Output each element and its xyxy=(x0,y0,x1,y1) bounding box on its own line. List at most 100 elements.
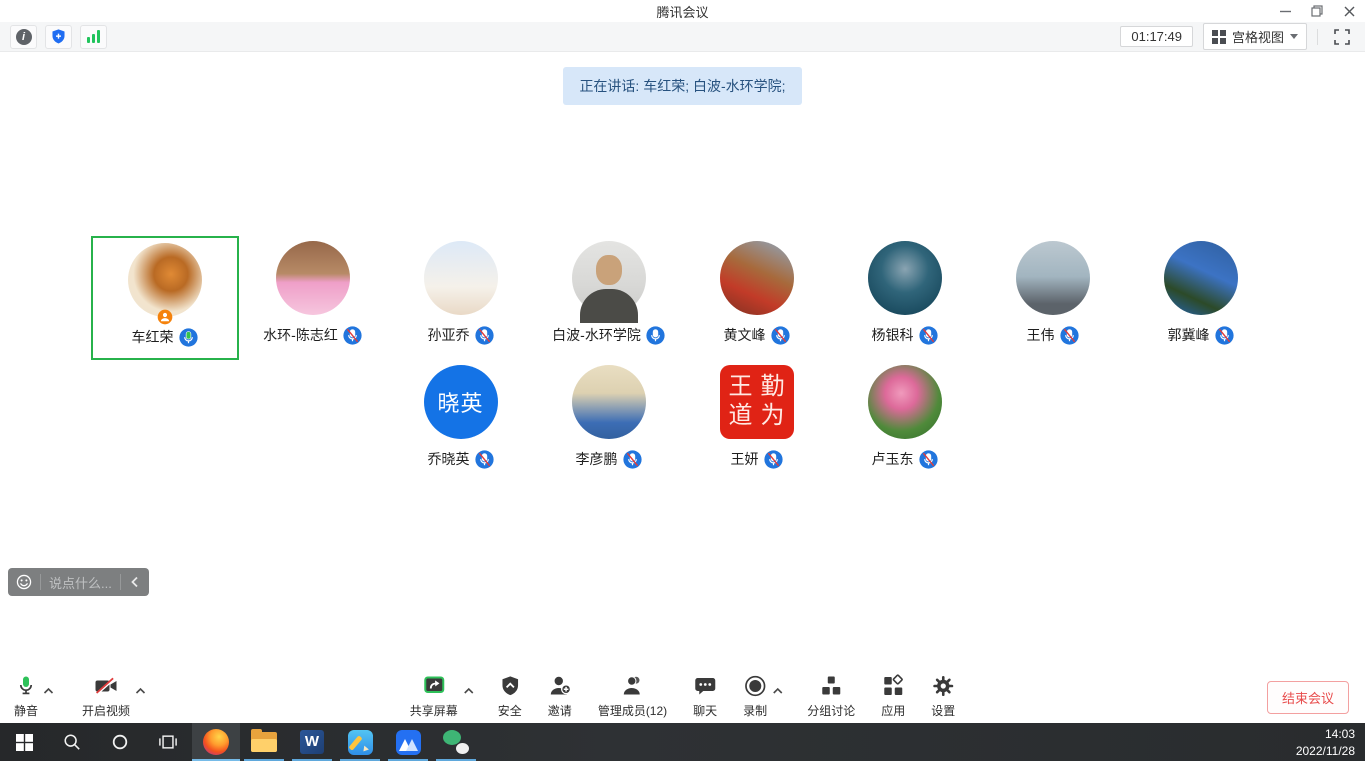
participant-tile[interactable]: 李彦鹏 xyxy=(535,360,683,484)
members-label: 管理成员(12) xyxy=(598,702,667,719)
settings-button[interactable]: 设置 xyxy=(931,673,955,719)
taskbar-search-button[interactable] xyxy=(48,723,96,761)
participant-name-row: 王妍 xyxy=(731,449,783,469)
participant-name-row: 孙亚乔 xyxy=(428,325,494,345)
participant-name: 李彦鹏 xyxy=(576,449,618,469)
participant-tile[interactable]: 杨银科 xyxy=(831,236,979,360)
mic-muted-icon[interactable] xyxy=(764,450,783,469)
mic-muted-icon[interactable] xyxy=(623,450,642,469)
cortana-icon xyxy=(111,733,129,751)
mute-chevron-up-icon[interactable] xyxy=(43,682,54,700)
participant-tile[interactable]: 郭冀峰 xyxy=(1127,236,1275,360)
video-button[interactable]: 开启视频 xyxy=(82,673,130,719)
mic-muted-icon[interactable] xyxy=(1060,326,1079,345)
participant-tile[interactable]: 王勤道为王妍 xyxy=(683,360,831,484)
share-button[interactable]: 共享屏幕 xyxy=(410,673,458,719)
meeting-info-button[interactable]: i xyxy=(10,25,37,49)
emoji-icon[interactable] xyxy=(16,574,32,590)
mic-active-icon[interactable] xyxy=(179,328,198,347)
share-chevron-up-icon[interactable] xyxy=(463,682,474,700)
taskbar-firefox-app[interactable] xyxy=(192,723,240,761)
explorer-icon xyxy=(251,732,277,752)
end-meeting-button[interactable]: 结束会议 xyxy=(1267,681,1349,714)
avatar-image xyxy=(572,241,646,315)
avatar xyxy=(572,241,646,315)
fullscreen-icon xyxy=(1334,29,1350,45)
mic-muted-icon[interactable] xyxy=(1215,326,1234,345)
mic-muted-icon[interactable] xyxy=(771,326,790,345)
avatar-image: 王勤道为 xyxy=(720,365,794,439)
avatar-image xyxy=(276,241,350,315)
participant-tile[interactable]: 黄文峰 xyxy=(683,236,831,360)
participant-tile[interactable]: 卢玉东 xyxy=(831,360,979,484)
security-status-button[interactable] xyxy=(45,25,72,49)
close-button[interactable] xyxy=(1333,0,1365,22)
firefox-icon xyxy=(203,729,229,755)
taskbar-meeting-app[interactable] xyxy=(384,723,432,761)
search-icon xyxy=(63,733,81,751)
mic-muted-icon[interactable] xyxy=(475,326,494,345)
controls-left: 静音 开启视频 xyxy=(14,673,144,719)
layout-view-switcher[interactable]: 宫格视图 xyxy=(1203,23,1307,50)
record-label: 录制 xyxy=(743,702,767,719)
participant-name: 王妍 xyxy=(731,449,759,469)
taskbar-word-app[interactable]: W xyxy=(288,723,336,761)
participant-tile[interactable]: 王伟 xyxy=(979,236,1127,360)
participant-name: 车红荣 xyxy=(132,327,174,347)
chat-input-placeholder[interactable]: 说点什么... xyxy=(49,573,112,592)
restore-button[interactable] xyxy=(1301,0,1333,22)
taskbar-taskview-button[interactable] xyxy=(144,723,192,761)
chat-button[interactable]: 聊天 xyxy=(693,673,717,719)
participant-name: 郭冀峰 xyxy=(1168,325,1210,345)
word-icon: W xyxy=(300,730,324,754)
taskbar-clock[interactable]: 14:03 2022/11/28 xyxy=(1296,723,1365,761)
network-signal-icon xyxy=(87,30,100,43)
clock-time: 14:03 xyxy=(1296,726,1355,743)
chat-label: 聊天 xyxy=(693,702,717,719)
participant-tile[interactable]: 晓英乔晓英 xyxy=(387,360,535,484)
video-chevron-up-icon[interactable] xyxy=(135,682,146,700)
window-controls xyxy=(1269,0,1365,22)
participant-name: 杨银科 xyxy=(872,325,914,345)
participant-tile[interactable]: 车红荣 xyxy=(91,236,239,360)
settings-label: 设置 xyxy=(931,702,955,719)
avatar-image xyxy=(720,241,794,315)
invite-button[interactable]: 邀请 xyxy=(548,673,572,719)
participant-tile[interactable]: 孙亚乔 xyxy=(387,236,535,360)
mic-muted-icon[interactable] xyxy=(919,326,938,345)
mic-muted-icon[interactable] xyxy=(343,326,362,345)
apps-button[interactable]: 应用 xyxy=(881,673,905,719)
fullscreen-button[interactable] xyxy=(1328,25,1355,49)
minimize-button[interactable] xyxy=(1269,0,1301,22)
security-button[interactable]: 安全 xyxy=(498,673,522,719)
taskbar-explorer-app[interactable] xyxy=(240,723,288,761)
chat-quick-input[interactable]: 说点什么... xyxy=(8,568,149,596)
record-button[interactable]: 录制 xyxy=(743,673,767,719)
mic-muted-icon[interactable] xyxy=(475,450,494,469)
participant-tile[interactable]: 水环-陈志红 xyxy=(239,236,387,360)
breakout-button[interactable]: 分组讨论 xyxy=(807,673,855,719)
avatar-seal-text: 王勤道为 xyxy=(725,373,789,431)
mic-active-icon[interactable] xyxy=(646,326,665,345)
taskbar-wechat-app[interactable] xyxy=(432,723,480,761)
members-button[interactable]: 管理成员(12) xyxy=(598,673,667,719)
avatar xyxy=(868,241,942,315)
portrait-body xyxy=(580,289,638,315)
participant-tile[interactable]: 白波-水环学院 xyxy=(535,236,683,360)
collapse-chat-icon[interactable] xyxy=(129,575,141,589)
taskbar-start-button[interactable] xyxy=(0,723,48,761)
avatar xyxy=(1016,241,1090,315)
taskbar-cortana-button[interactable] xyxy=(96,723,144,761)
participant-name: 水环-陈志红 xyxy=(263,325,338,345)
invite-icon xyxy=(548,673,572,699)
settings-icon xyxy=(931,673,955,699)
avatar xyxy=(1164,241,1238,315)
mic-muted-icon[interactable] xyxy=(919,450,938,469)
mute-button[interactable]: 静音 xyxy=(14,673,38,719)
avatar-image: 晓英 xyxy=(424,365,498,439)
taskbar-docs-app[interactable] xyxy=(336,723,384,761)
record-chevron-up-icon[interactable] xyxy=(772,682,783,700)
participant-name: 黄文峰 xyxy=(724,325,766,345)
portrait-head xyxy=(596,255,622,285)
network-quality-button[interactable] xyxy=(80,25,107,49)
